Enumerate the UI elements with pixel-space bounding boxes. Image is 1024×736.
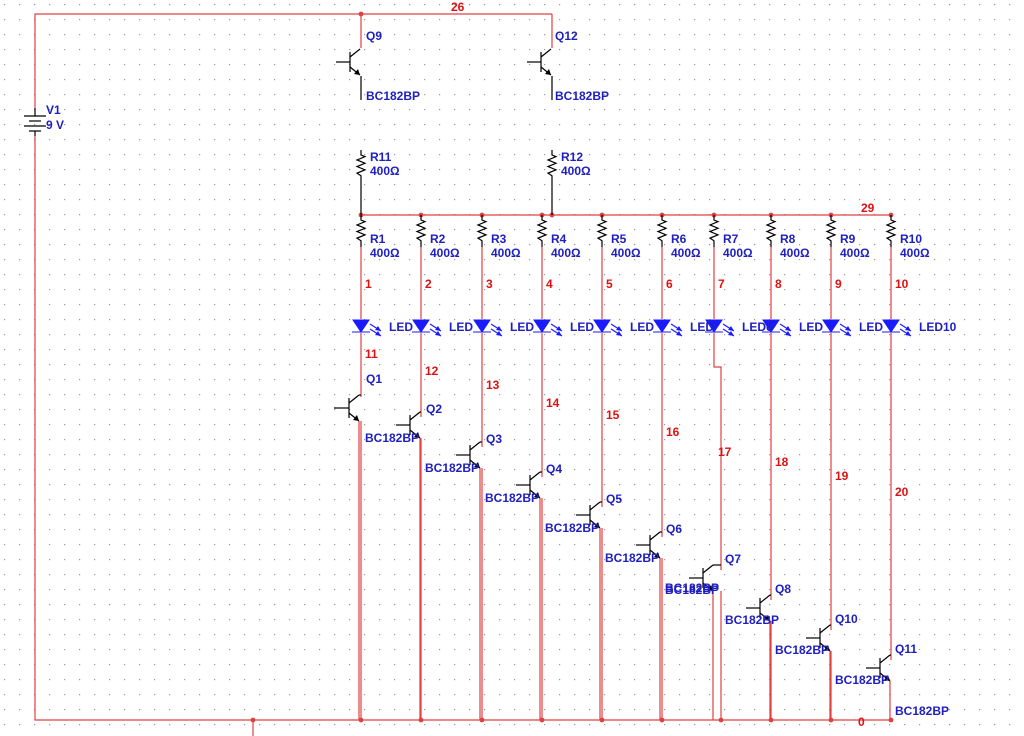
r10-value: 400Ω (900, 246, 930, 260)
net-19: 19 (835, 469, 849, 483)
q-model-2: BC182BP (425, 461, 479, 475)
q11-model-extra: BC182BP (895, 704, 949, 718)
net-20: 20 (895, 485, 909, 499)
net-2: 2 (425, 277, 432, 291)
junction-ground-1 (358, 717, 364, 723)
led-label-2: LED (449, 320, 473, 334)
q-name-8: Q8 (775, 582, 791, 596)
junction-ground-8 (768, 717, 774, 723)
r1-value: 400Ω (370, 246, 400, 260)
net-13: 13 (486, 378, 500, 392)
net-6: 6 (666, 277, 673, 291)
source-value: 9 V (46, 118, 64, 132)
q-model-4: BC182BP (545, 521, 599, 535)
net-10: 10 (895, 277, 909, 291)
junction-ground-6 (659, 717, 665, 723)
led-label-3: LED (510, 320, 534, 334)
net-3: 3 (486, 277, 493, 291)
junction-ground-3 (479, 717, 485, 723)
q-model-8: BC182BP (725, 613, 779, 627)
net-ground-label: 0 (858, 715, 865, 729)
r11-name: R11 (370, 150, 392, 164)
q-model-1: BC182BP (365, 431, 419, 445)
r9-name: R9 (840, 232, 856, 246)
r7-value: 400Ω (723, 246, 753, 260)
led-label-8: LED (799, 320, 823, 334)
r2-name: R2 (430, 232, 446, 246)
q12-model: BC182BP (555, 89, 609, 103)
led-label-6: LED (690, 320, 714, 334)
r3-name: R3 (491, 232, 507, 246)
r6-name: R6 (671, 232, 687, 246)
led-label-1: LED (389, 320, 413, 334)
net-16: 16 (666, 425, 680, 439)
r1-name: R1 (370, 232, 386, 246)
q9-name: Q9 (366, 29, 382, 43)
q-model-7: BC182BP (665, 583, 719, 597)
r4-name: R4 (551, 232, 567, 246)
led-label-10: LED10 (919, 320, 957, 334)
net-18: 18 (775, 455, 789, 469)
q-model-3: BC182BP (485, 491, 539, 505)
r8-value: 400Ω (780, 246, 810, 260)
r4-value: 400Ω (551, 246, 581, 260)
net-11: 11 (365, 347, 378, 361)
junction-ground (250, 717, 256, 723)
r12-value: 400Ω (561, 164, 591, 178)
q12-name: Q12 (555, 29, 578, 43)
junction-ground-9 (828, 717, 834, 723)
q-name-4: Q4 (546, 462, 562, 476)
schematic-canvas[interactable]: R1400Ω1LED11R2400Ω2LED12R3400Ω3LED13R440… (0, 0, 1024, 736)
q-name-6: Q6 (666, 522, 682, 536)
net-9: 9 (835, 277, 842, 291)
q-name-5: Q5 (606, 492, 622, 506)
r10-name: R10 (900, 232, 922, 246)
r3-value: 400Ω (491, 246, 521, 260)
net-bus-label: 29 (861, 201, 875, 215)
r7-name: R7 (723, 232, 739, 246)
junction-ground-10 (888, 717, 894, 723)
q-name-7: Q7 (725, 552, 741, 566)
net-14: 14 (546, 396, 560, 410)
net-supply-label: 26 (451, 0, 465, 14)
r2-value: 400Ω (430, 246, 460, 260)
r11-value: 400Ω (370, 164, 400, 178)
net-4: 4 (546, 277, 553, 291)
net-15: 15 (606, 408, 620, 422)
net-17: 17 (718, 445, 732, 459)
led-label-9: LED (859, 320, 883, 334)
q-name-2: Q2 (426, 402, 442, 416)
q9-model: BC182BP (366, 89, 420, 103)
q-name-10: Q11 (895, 642, 917, 656)
r9-value: 400Ω (840, 246, 870, 260)
led-label-4: LED (570, 320, 594, 334)
r5-name: R5 (611, 232, 627, 246)
junction-ground-2 (418, 717, 424, 723)
led-label-7: LED6 (742, 320, 773, 334)
q-model-9: BC182BP (775, 643, 829, 657)
net-7: 7 (718, 277, 725, 291)
net-8: 8 (775, 277, 782, 291)
net-1: 1 (365, 277, 372, 291)
q-name-3: Q3 (486, 432, 502, 446)
net-12: 12 (425, 364, 439, 378)
q-name-9: Q10 (835, 612, 858, 626)
junction-ground-7 (718, 717, 724, 723)
q-model-5: BC182BP (605, 551, 659, 565)
net-5: 5 (606, 277, 613, 291)
q-name-1: Q1 (366, 372, 382, 386)
dot-grid (0, 0, 1024, 736)
q-model-10: BC182BP (835, 673, 889, 687)
junction-ground-5 (599, 717, 605, 723)
r5-value: 400Ω (611, 246, 641, 260)
r12-name: R12 (561, 150, 583, 164)
junction-ground-4 (539, 717, 545, 723)
led-label-5: LED (630, 320, 654, 334)
r6-value: 400Ω (671, 246, 701, 260)
source-name: V1 (46, 103, 61, 117)
r8-name: R8 (780, 232, 796, 246)
